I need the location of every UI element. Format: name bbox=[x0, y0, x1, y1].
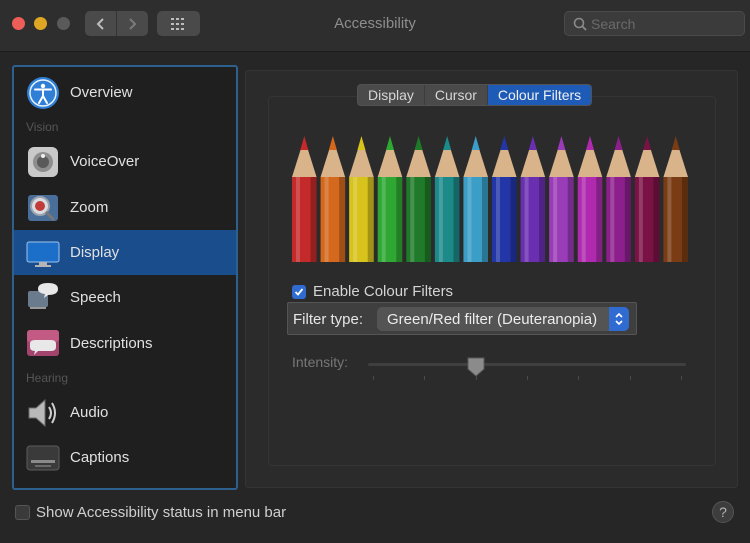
accessibility-icon bbox=[27, 76, 59, 109]
slider-tick bbox=[578, 376, 580, 380]
display-icon bbox=[26, 241, 60, 267]
pencil bbox=[349, 136, 374, 262]
slider-tick bbox=[424, 376, 426, 380]
filter-type-row: Filter type: Green/Red filter (Deuterano… bbox=[287, 302, 637, 335]
sidebar-item-label: Captions bbox=[70, 449, 130, 466]
filter-type-value: Green/Red filter (Deuteranopia) bbox=[387, 311, 598, 328]
slider-tick bbox=[373, 376, 374, 380]
enable-colour-filters-label: Enable Colour Filters bbox=[313, 283, 454, 300]
sidebar-item-label: Descriptions bbox=[70, 335, 153, 352]
sidebar-item-label: Overview bbox=[70, 84, 133, 101]
sidebar-section-hearing: Hearing bbox=[26, 371, 69, 385]
sidebar-item-descriptions[interactable]: Descriptions bbox=[14, 321, 236, 366]
zoom-icon bbox=[28, 194, 58, 221]
menu-bar-status-checkbox[interactable] bbox=[15, 505, 30, 520]
filter-type-stepper[interactable] bbox=[609, 307, 629, 331]
slider-track bbox=[368, 363, 686, 366]
sidebar-item-overview[interactable]: Overview bbox=[14, 70, 236, 115]
sidebar-item-voiceover[interactable]: VoiceOver bbox=[14, 139, 236, 184]
sidebar-item-captions[interactable]: Captions bbox=[14, 435, 236, 480]
sidebar-item-label: VoiceOver bbox=[70, 153, 140, 170]
menu-bar-status-label: Show Accessibility status in menu bar bbox=[36, 504, 287, 521]
sidebar-item-audio[interactable]: Audio bbox=[14, 390, 236, 435]
search-input[interactable] bbox=[591, 15, 739, 32]
pencil bbox=[663, 136, 688, 262]
speech-icon bbox=[28, 282, 58, 309]
pencil bbox=[463, 136, 488, 262]
sidebar-item-label: Zoom bbox=[70, 199, 109, 216]
up-down-chevron-icon bbox=[615, 312, 623, 326]
checkmark-icon bbox=[294, 287, 304, 296]
voiceover-icon bbox=[28, 146, 58, 177]
sidebar-item-zoom[interactable]: Zoom bbox=[14, 185, 236, 230]
pencil bbox=[577, 136, 603, 262]
slider-tick bbox=[681, 376, 682, 380]
tab-display[interactable]: Display bbox=[358, 85, 425, 105]
sidebar: Overview Vision VoiceOver Zoom Display S… bbox=[12, 65, 238, 490]
search-field[interactable] bbox=[564, 11, 745, 36]
slider-thumb[interactable] bbox=[467, 357, 485, 377]
sidebar-item-label: Audio bbox=[70, 404, 109, 421]
enable-colour-filters-checkbox[interactable] bbox=[292, 284, 306, 299]
pencil bbox=[377, 136, 403, 262]
pencil bbox=[606, 136, 631, 262]
pencil bbox=[320, 136, 346, 262]
colour-pencils-image bbox=[292, 136, 688, 262]
descriptions-icon bbox=[27, 329, 59, 356]
sidebar-item-speech[interactable]: Speech bbox=[14, 275, 236, 320]
help-button[interactable]: ? bbox=[712, 501, 734, 523]
title-bar: Accessibility bbox=[0, 0, 750, 52]
slider-tick bbox=[629, 376, 631, 380]
intensity-label: Intensity: bbox=[292, 354, 349, 370]
search-icon bbox=[573, 17, 587, 31]
intensity-slider[interactable] bbox=[368, 355, 686, 385]
pencil bbox=[492, 136, 517, 262]
menu-bar-status-row[interactable]: Show Accessibility status in menu bar bbox=[15, 504, 286, 521]
enable-colour-filters-row[interactable]: Enable Colour Filters bbox=[292, 283, 453, 300]
tab-colour-filters[interactable]: Colour Filters bbox=[487, 85, 592, 105]
slider-tick bbox=[475, 376, 477, 380]
sidebar-item-label: Speech bbox=[70, 289, 121, 306]
captions-icon bbox=[26, 445, 60, 470]
filter-type-select[interactable]: Green/Red filter (Deuteranopia) bbox=[377, 307, 629, 331]
pencil bbox=[549, 136, 574, 262]
tab-bar: Display Cursor Colour Filters bbox=[357, 84, 593, 106]
pencil bbox=[292, 136, 317, 262]
pencil bbox=[634, 136, 660, 262]
pencil bbox=[520, 136, 546, 262]
filter-type-label: Filter type: bbox=[293, 311, 364, 328]
pencil bbox=[434, 136, 460, 262]
tab-cursor[interactable]: Cursor bbox=[425, 85, 488, 105]
sidebar-section-vision: Vision bbox=[26, 120, 59, 134]
audio-icon bbox=[28, 398, 56, 427]
sidebar-item-display[interactable]: Display bbox=[14, 230, 236, 275]
slider-tick bbox=[527, 376, 528, 380]
pencil bbox=[406, 136, 431, 262]
sidebar-item-label: Display bbox=[70, 244, 120, 261]
